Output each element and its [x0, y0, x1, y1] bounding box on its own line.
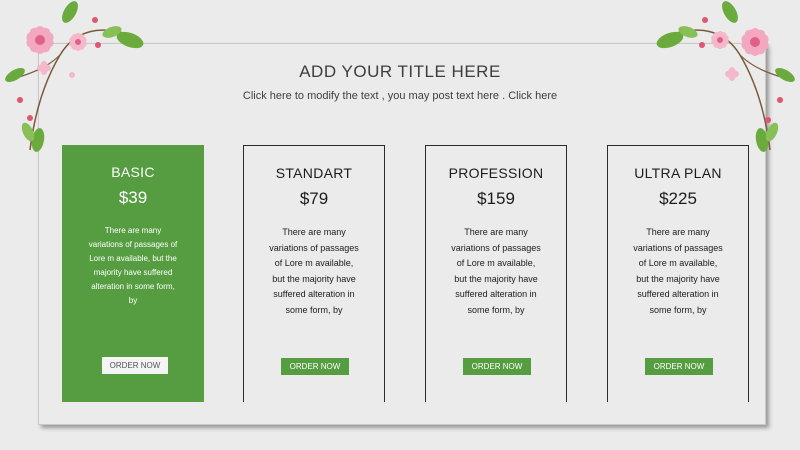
plan-card-ultra: ULTRA PLAN $225 There are many variation…: [607, 145, 749, 402]
plan-price: $79: [299, 189, 329, 208]
order-now-button[interactable]: ORDER NOW: [102, 357, 168, 374]
plan-price: $39: [118, 188, 148, 207]
order-now-button[interactable]: ORDER NOW: [645, 358, 713, 375]
slide-canvas: ADD YOUR TITLE HERE Click here to modify…: [0, 0, 800, 450]
plan-description: There are many variations of passages of…: [269, 227, 359, 315]
plan-description: There are many variations of passages of…: [451, 227, 541, 315]
plan-card-basic: BASIC $39 There are many variations of p…: [62, 145, 204, 402]
plan-card-profession: PROFESSION $159 There are many variation…: [425, 145, 567, 402]
plan-name: ULTRA PLAN: [634, 165, 722, 181]
plan-name: PROFESSION: [448, 165, 544, 181]
order-now-button[interactable]: ORDER NOW: [463, 358, 531, 375]
slide-subtitle[interactable]: Click here to modify the text , you may …: [0, 90, 800, 102]
slide-title[interactable]: ADD YOUR TITLE HERE: [0, 62, 800, 82]
plan-description: There are many variations of passages of…: [88, 226, 178, 305]
plan-name: STANDART: [275, 165, 353, 181]
plan-price: $159: [477, 189, 515, 208]
order-now-button[interactable]: ORDER NOW: [281, 358, 349, 375]
plan-price: $225: [659, 189, 697, 208]
plan-card-standart: STANDART $79 There are many variations o…: [243, 145, 385, 402]
plan-name: BASIC: [111, 164, 155, 180]
plan-description: There are many variations of passages of…: [633, 227, 723, 315]
